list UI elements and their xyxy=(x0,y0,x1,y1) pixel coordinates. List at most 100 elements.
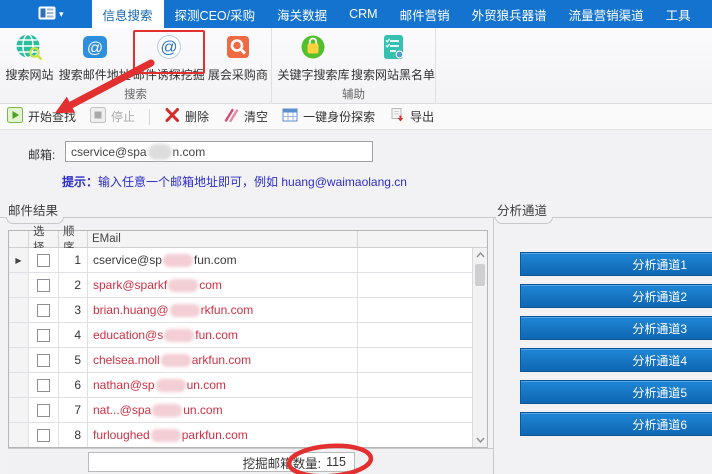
toolbar-button-4[interactable]: 清空 xyxy=(223,107,268,126)
hint-prefix: 提示： xyxy=(62,175,98,189)
row-selector-cell[interactable] xyxy=(9,348,29,372)
expo-search-icon xyxy=(224,33,252,64)
table-row-5[interactable]: 5chelsea.mollarkfun.com xyxy=(9,348,472,373)
ribbon-item-4-group-1[interactable]: 展会采购商 xyxy=(205,31,271,83)
toolbar-button-3[interactable]: 删除 xyxy=(164,107,209,126)
email-text-suf: arkfun.com xyxy=(192,353,251,367)
email-field-label: 邮箱: xyxy=(28,146,55,163)
panel-splitter[interactable] xyxy=(493,218,494,474)
row-checkbox[interactable] xyxy=(37,254,50,267)
censor-blur xyxy=(161,354,191,367)
row-selector-cell[interactable] xyxy=(9,398,29,422)
ribbon-item-2-group-1[interactable]: @ 搜索邮件地址 xyxy=(57,31,133,83)
menu-tab-3[interactable]: 海关数据 xyxy=(266,0,338,28)
analysis-channel-button-6[interactable]: 分析通道6 xyxy=(520,412,712,436)
row-checkbox[interactable] xyxy=(37,379,50,392)
ribbon-item-label: 搜索邮件地址 xyxy=(59,66,131,83)
action-toolbar: 开始查找停止 删除 清空一键身份探索 导出 xyxy=(0,104,712,130)
mined-count-value: 115 xyxy=(326,455,346,469)
ribbon-item-label: 搜索网站 xyxy=(5,66,53,83)
row-checkbox[interactable] xyxy=(37,404,50,417)
row-selector-cell[interactable] xyxy=(9,323,29,347)
row-checkbox[interactable] xyxy=(37,329,50,342)
analysis-channel-button-3[interactable]: 分析通道3 xyxy=(520,316,712,340)
grid-header-filler xyxy=(358,231,487,247)
email-cell: nat...@spaun.com xyxy=(88,398,358,422)
toolbar-button-6[interactable]: 导出 xyxy=(389,107,434,126)
analysis-channel-button-4[interactable]: 分析通道4 xyxy=(520,348,712,372)
row-selector-arrow-icon[interactable]: ▶ xyxy=(9,248,29,272)
clear-eraser-icon xyxy=(223,107,239,126)
menu-tab-2[interactable]: 探测CEO/采购 xyxy=(164,0,267,28)
row-selector-cell[interactable] xyxy=(9,273,29,297)
row-checkbox[interactable] xyxy=(37,429,50,442)
row-checkbox[interactable] xyxy=(37,304,50,317)
table-row-8[interactable]: 8furloughedparkfun.com xyxy=(9,423,472,447)
toolbar-button-label: 删除 xyxy=(185,108,209,125)
menu-tab-4[interactable]: CRM xyxy=(338,0,388,28)
row-checkbox[interactable] xyxy=(37,279,50,292)
table-row-4[interactable]: 4education@sfun.com xyxy=(9,323,472,348)
toolbar-button-label: 清空 xyxy=(244,108,268,125)
table-row-1[interactable]: ▶1cservice@spfun.com xyxy=(9,248,472,273)
scrollbar-track[interactable] xyxy=(473,262,487,433)
censor-blur xyxy=(170,304,200,317)
order-cell: 4 xyxy=(59,323,88,347)
email-text-pre: spark@sparkf xyxy=(93,278,167,292)
svg-text:@: @ xyxy=(87,40,103,57)
email-cell: nathan@spun.com xyxy=(88,373,358,397)
email-input[interactable]: cservice@span.com xyxy=(65,141,373,162)
row-selector-cell[interactable] xyxy=(9,373,29,397)
email-text-suf: un.com xyxy=(183,403,222,417)
menu-tab-1[interactable]: 信息搜索 xyxy=(92,0,164,28)
email-results-grid: 选择 顺序 EMail ▶1cservice@spfun.com2 spark@s… xyxy=(8,230,488,448)
order-cell: 2 xyxy=(59,273,88,297)
scroll-down-icon[interactable] xyxy=(473,433,487,447)
email-text-pre: chelsea.moll xyxy=(93,353,160,367)
grid-header-email[interactable]: EMail xyxy=(88,231,358,247)
row-selector-cell[interactable] xyxy=(9,298,29,322)
toolbar-button-label: 导出 xyxy=(410,108,434,125)
email-text-suf: rkfun.com xyxy=(201,303,254,317)
vertical-scrollbar[interactable] xyxy=(472,248,487,447)
ribbon: 搜索网站@搜索邮件地址@邮件诱探挖掘展会采购商搜索关键字搜索库搜索网站黑名单辅助 xyxy=(0,28,712,104)
email-cell: cservice@spfun.com xyxy=(88,248,358,272)
menu-tab-7[interactable]: 流量营销渠道 xyxy=(558,0,655,28)
app-menu-button[interactable]: ▾ xyxy=(28,0,74,28)
app-window: ▾ 信息搜索探测CEO/采购海关数据CRM邮件营销外贸狼兵器谱流量营销渠道工具系… xyxy=(0,0,712,474)
analysis-channel-button-1[interactable]: 分析通道1 xyxy=(520,252,712,276)
grid-header-order[interactable]: 顺序 xyxy=(59,231,88,247)
toolbar-button-2: 停止 xyxy=(90,107,135,126)
grid-header-row: 选择 顺序 EMail xyxy=(9,231,487,248)
ribbon-item-1-group-1[interactable]: 搜索网站 xyxy=(2,31,57,83)
table-row-7[interactable]: 7nat...@spaun.com xyxy=(9,398,472,423)
grid-header-select[interactable]: 选择 xyxy=(29,231,59,247)
analysis-channel-button-2[interactable]: 分析通道2 xyxy=(520,284,712,308)
table-row-2[interactable]: 2spark@sparkfcom xyxy=(9,273,472,298)
menu-tab-6[interactable]: 外贸狼兵器谱 xyxy=(461,0,558,28)
email-text-pre: cservice@sp xyxy=(93,253,162,267)
table-row-3[interactable]: 3brian.huang@rkfun.com xyxy=(9,298,472,323)
mined-count-label: 挖掘邮箱数量: xyxy=(243,453,321,472)
censor-blur xyxy=(163,254,193,267)
analysis-channel-button-5[interactable]: 分析通道5 xyxy=(520,380,712,404)
censor-blur xyxy=(151,429,181,442)
menu-tab-9[interactable]: 系统 xyxy=(702,0,712,28)
menu-tab-5[interactable]: 邮件营销 xyxy=(389,0,461,28)
globe-search-icon xyxy=(15,33,43,64)
row-checkbox[interactable] xyxy=(37,354,50,367)
scroll-up-icon[interactable] xyxy=(473,248,487,262)
menu-tab-8[interactable]: 工具 xyxy=(655,0,702,28)
ribbon-item-3-group-1[interactable]: @邮件诱探挖掘 xyxy=(133,31,205,83)
export-icon xyxy=(389,107,405,126)
row-selector-cell[interactable] xyxy=(9,423,29,447)
table-row-6[interactable]: 6nathan@spun.com xyxy=(9,373,472,398)
ribbon-item-1-group-2[interactable]: 关键字搜索库 xyxy=(276,31,351,83)
toolbar-button-1[interactable]: 开始查找 xyxy=(7,107,76,126)
toolbar-button-5[interactable]: 一键身份探索 xyxy=(282,107,375,126)
grid-rows: ▶1cservice@spfun.com2spark@sparkfcom3bri… xyxy=(9,248,472,447)
ribbon-item-2-group-2[interactable]: 搜索网站黑名单 xyxy=(351,31,435,83)
app-window-icon xyxy=(38,6,56,23)
scrollbar-thumb[interactable] xyxy=(475,264,485,286)
email-cell: furloughedparkfun.com xyxy=(88,423,358,447)
